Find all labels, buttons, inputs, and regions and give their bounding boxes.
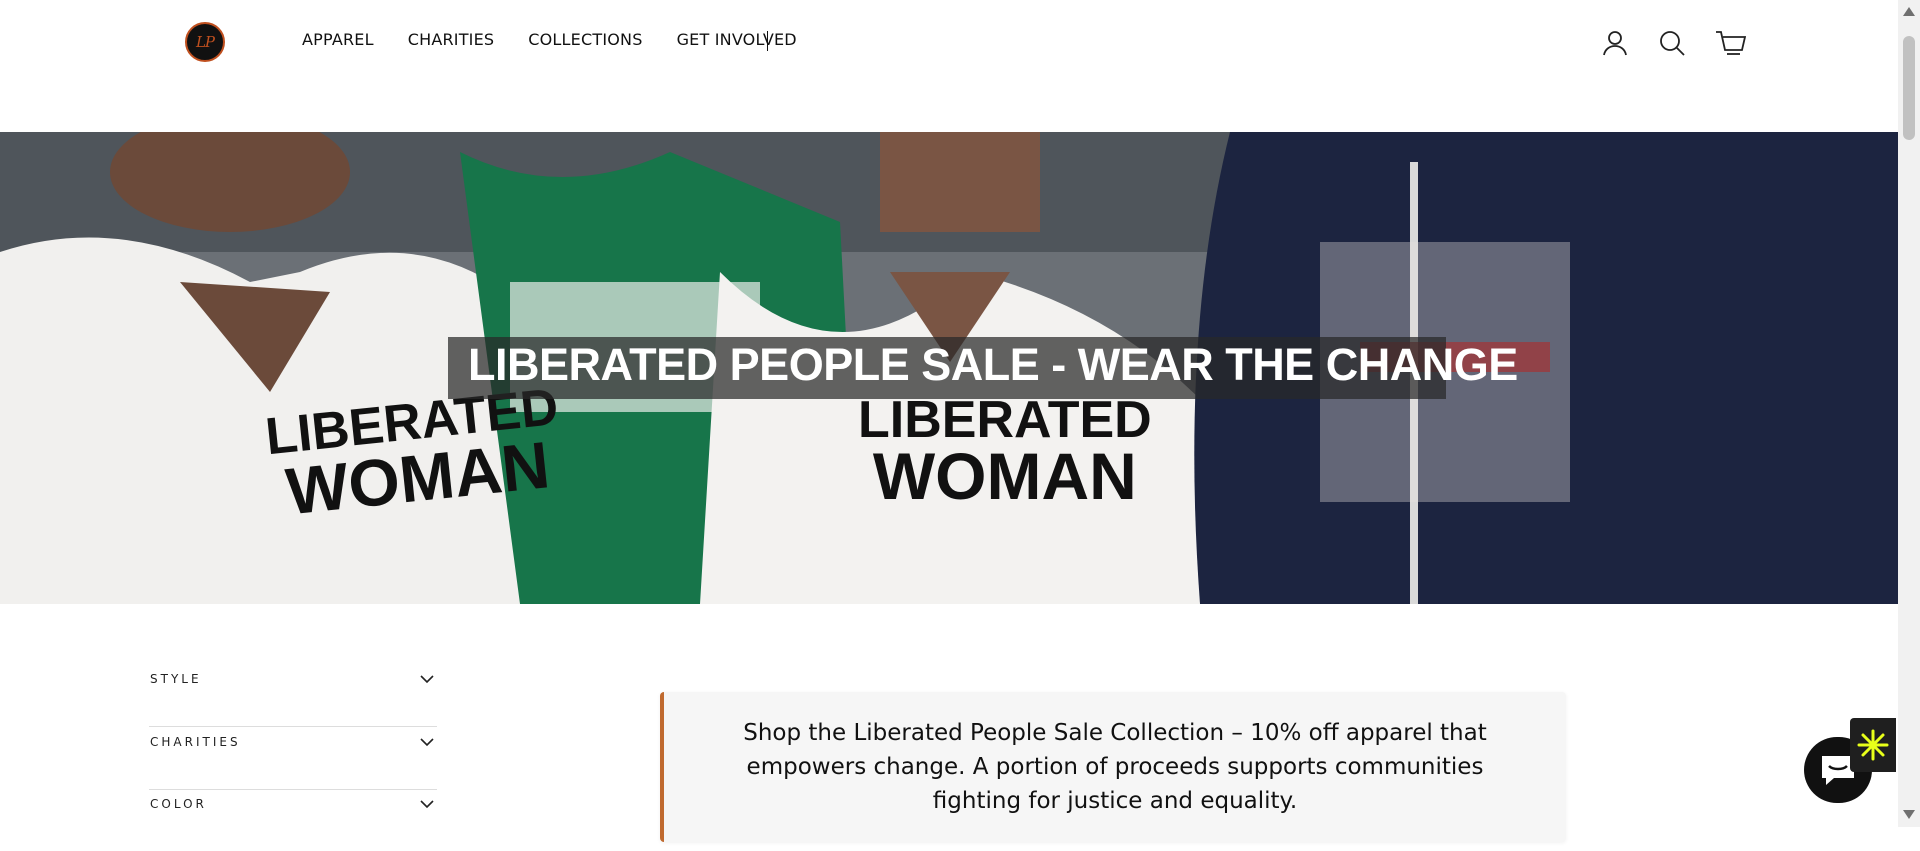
site-header: LP APPAREL CHARITIES COLLECTIONS GET INV… — [0, 0, 1898, 132]
promo-callout: Shop the Liberated People Sale Collectio… — [660, 692, 1566, 842]
scroll-up-arrow-icon[interactable] — [1903, 7, 1915, 16]
chevron-down-icon — [420, 738, 434, 747]
filter-charities[interactable]: CHARITIES — [149, 727, 437, 790]
nav-charities[interactable]: CHARITIES — [408, 30, 495, 49]
promo-text: Shop the Liberated People Sale Collectio… — [743, 720, 1487, 814]
sparkle-icon — [1857, 729, 1889, 761]
search-icon[interactable] — [1657, 28, 1687, 58]
hero-title: LIBERATED PEOPLE SALE - WEAR THE CHANGE — [468, 339, 1518, 390]
main-nav: APPAREL CHARITIES COLLECTIONS GET INVOLV… — [302, 30, 797, 49]
filter-style[interactable]: STYLE — [149, 664, 437, 727]
accessibility-badge[interactable] — [1850, 718, 1896, 772]
scroll-thumb[interactable] — [1903, 36, 1915, 140]
brand-logo[interactable]: LP — [185, 22, 225, 62]
nav-apparel[interactable]: APPAREL — [302, 30, 374, 49]
shirt-print-center: LIBERATED WOMAN — [858, 391, 1152, 513]
text-cursor — [767, 31, 768, 51]
nav-collections[interactable]: COLLECTIONS — [528, 30, 642, 49]
filter-color[interactable]: COLOR — [149, 789, 437, 851]
scroll-down-arrow-icon[interactable] — [1903, 810, 1915, 819]
account-icon[interactable] — [1600, 28, 1630, 58]
scrollbar[interactable] — [1898, 0, 1920, 827]
chevron-down-icon — [420, 800, 434, 809]
nav-get-involved[interactable]: GET INVOLVED — [677, 30, 797, 49]
chevron-down-icon — [420, 675, 434, 684]
cart-icon[interactable] — [1714, 28, 1746, 58]
